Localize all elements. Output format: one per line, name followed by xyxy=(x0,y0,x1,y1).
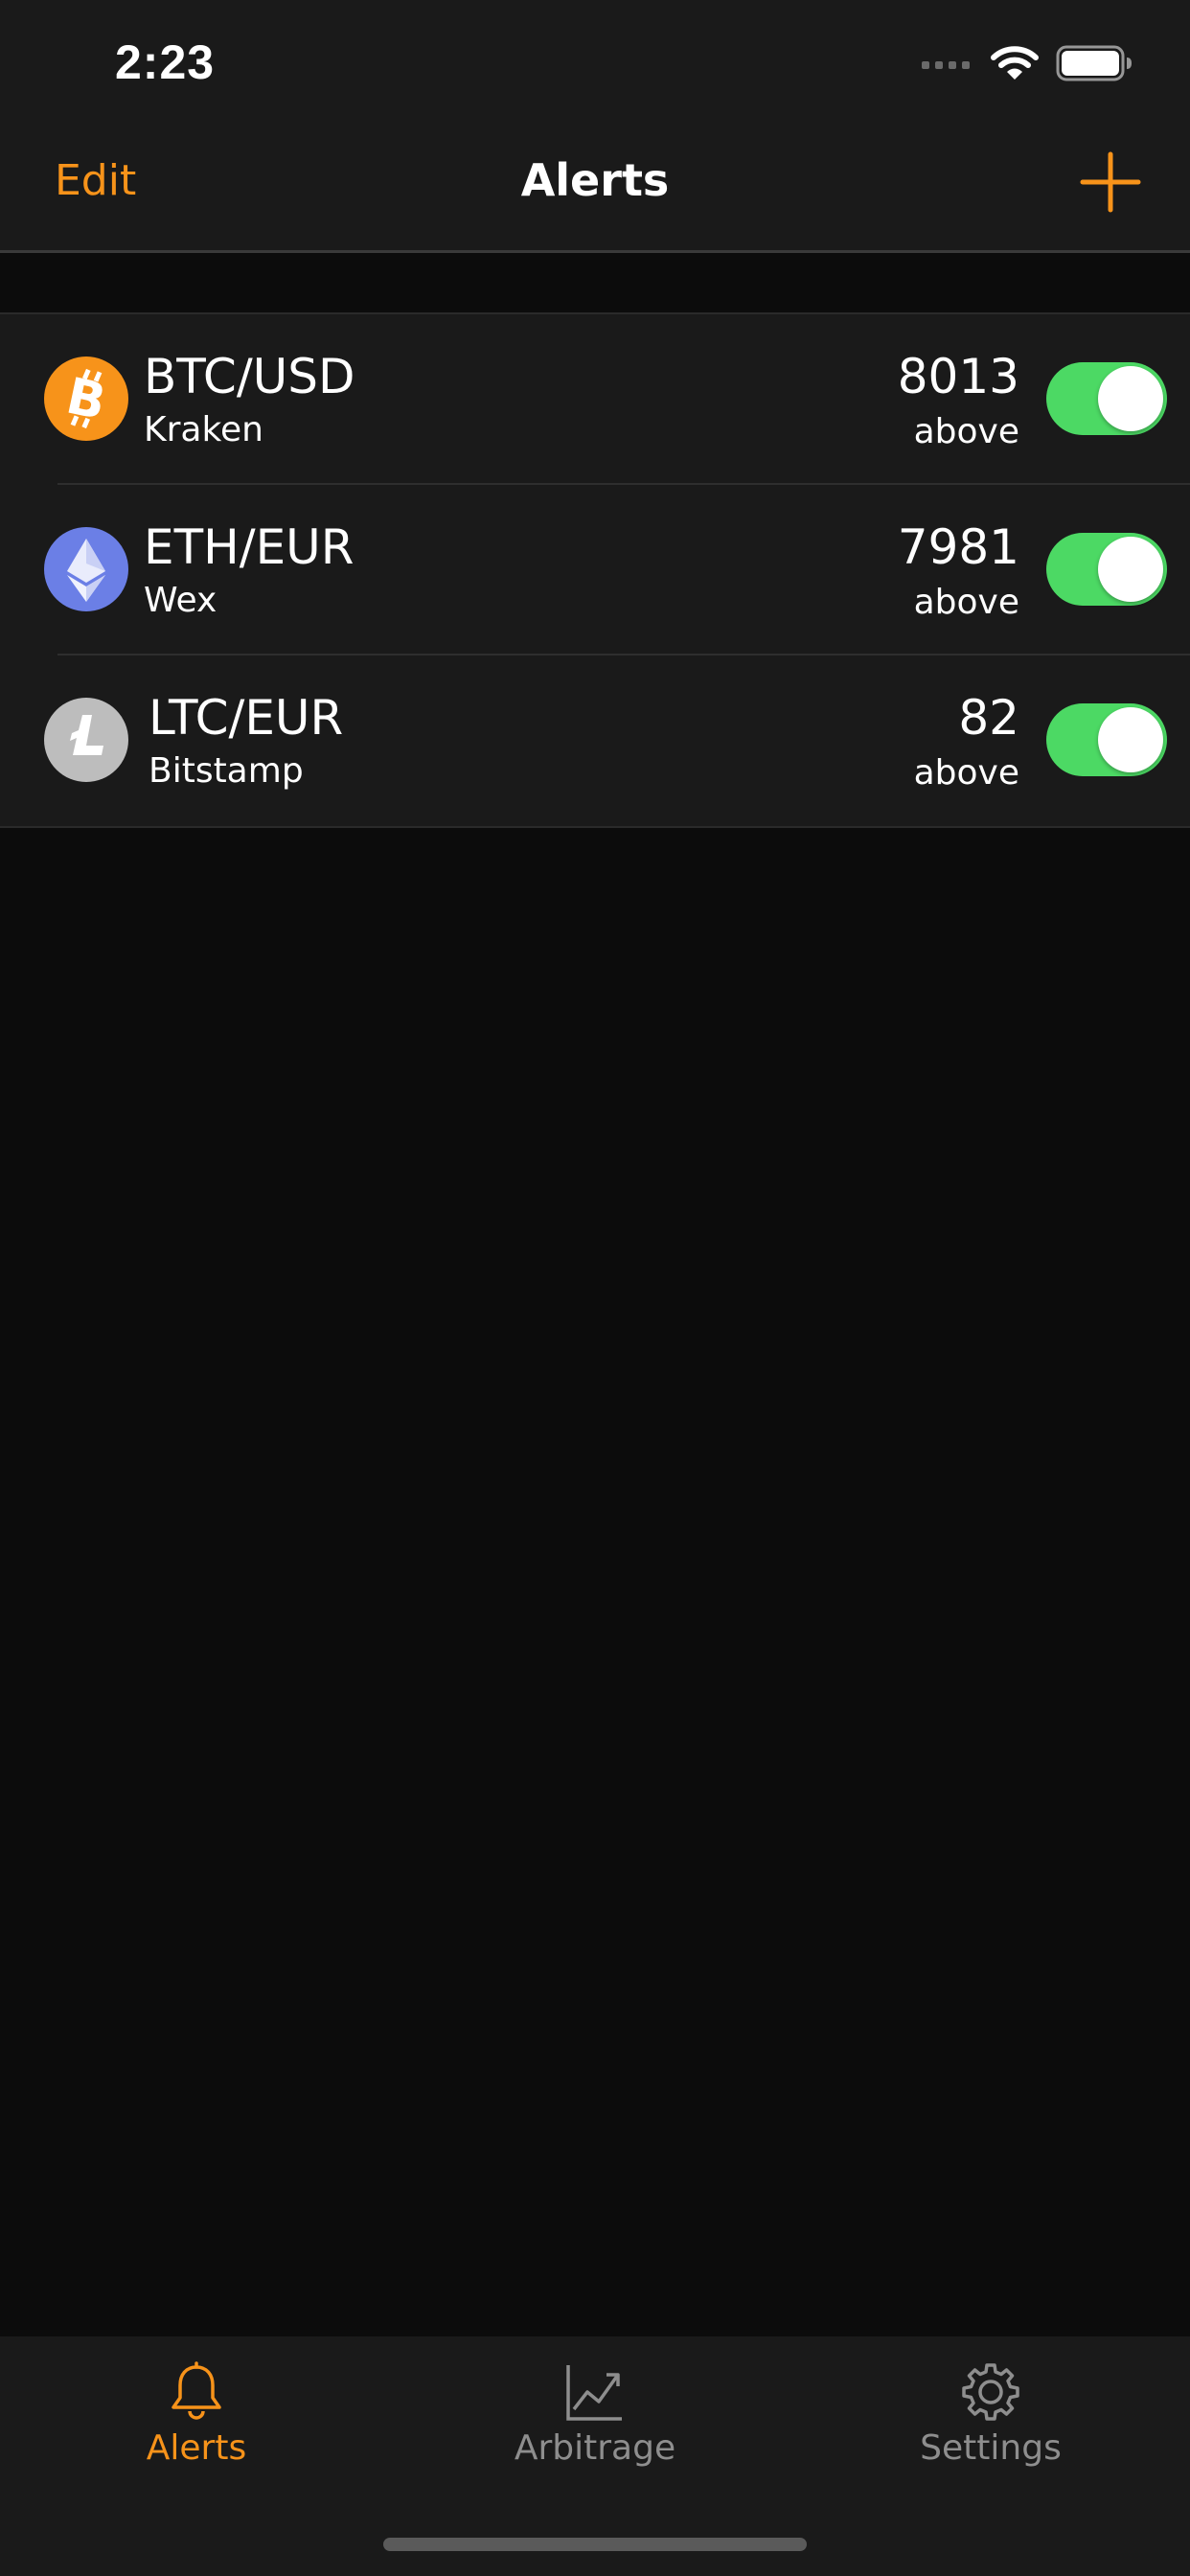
alert-price: 7981 xyxy=(897,519,1019,575)
home-indicator[interactable] xyxy=(383,2538,807,2551)
alert-pair: BTC/USD xyxy=(144,349,355,404)
alert-row-ltc-eur[interactable]: LTC/EUR Bitstamp 82 above xyxy=(0,656,1190,826)
page-title: Alerts xyxy=(520,154,670,206)
navigation-bar: Edit Alerts xyxy=(0,129,1190,253)
bitcoin-icon: B xyxy=(44,356,128,441)
alert-direction: above xyxy=(913,583,1019,622)
wifi-icon xyxy=(991,44,1039,86)
tab-settings[interactable]: Settings xyxy=(847,2361,1134,2468)
alert-exchange: Kraken xyxy=(144,410,263,449)
alert-exchange: Wex xyxy=(144,581,217,620)
litecoin-icon xyxy=(44,698,128,782)
alert-price: 82 xyxy=(958,690,1019,746)
alert-toggle-ltc-eur[interactable] xyxy=(1046,703,1167,776)
tab-label: Alerts xyxy=(146,2428,247,2468)
battery-icon xyxy=(1056,45,1133,85)
alert-pair: LTC/EUR xyxy=(149,690,344,746)
tab-arbitrage[interactable]: Arbitrage xyxy=(451,2361,739,2468)
alert-direction: above xyxy=(913,753,1019,793)
status-bar: 2:23 xyxy=(0,0,1190,129)
alert-row-btc-usd[interactable]: B BTC/USD Kraken 8013 above xyxy=(0,314,1190,485)
signal-icon xyxy=(920,54,973,77)
tab-label: Settings xyxy=(920,2428,1062,2468)
gear-icon xyxy=(962,2363,1019,2421)
ethereum-icon xyxy=(44,527,128,611)
alert-exchange: Bitstamp xyxy=(149,751,304,791)
tab-label: Arbitrage xyxy=(514,2428,676,2468)
tab-alerts[interactable]: Alerts xyxy=(53,2361,340,2468)
status-icons xyxy=(920,38,1133,92)
add-alert-button[interactable] xyxy=(1079,150,1142,214)
section-header xyxy=(0,253,1190,314)
toggle-knob xyxy=(1098,707,1163,772)
alert-pair: ETH/EUR xyxy=(144,519,355,575)
alert-toggle-eth-eur[interactable] xyxy=(1046,533,1167,606)
alert-price: 8013 xyxy=(897,349,1019,404)
alert-list: B BTC/USD Kraken 8013 above ETH/EUR Wex … xyxy=(0,314,1190,828)
status-time: 2:23 xyxy=(115,35,216,89)
alert-toggle-btc-usd[interactable] xyxy=(1046,362,1167,435)
alert-row-eth-eur[interactable]: ETH/EUR Wex 7981 above xyxy=(0,485,1190,656)
toggle-knob xyxy=(1098,537,1163,602)
toggle-knob xyxy=(1098,366,1163,431)
bell-icon xyxy=(172,2361,221,2420)
alert-direction: above xyxy=(913,412,1019,451)
chart-icon xyxy=(566,2365,622,2421)
plus-icon xyxy=(1080,151,1141,213)
